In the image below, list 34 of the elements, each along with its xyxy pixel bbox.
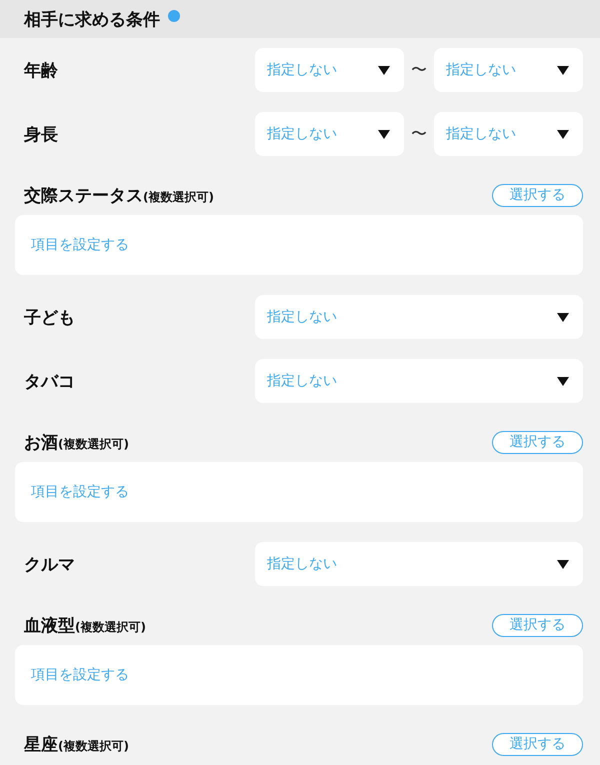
condition-label: 年齢 [22, 60, 58, 82]
caret-icon [378, 66, 390, 74]
condition-label: 交際ステータス(複数選択可) [23, 184, 214, 206]
dropdown[interactable]: 指定しない [255, 112, 404, 156]
condition-label: 血液型(複数選択可) [23, 614, 146, 636]
dropdown[interactable]: 指定しない [255, 542, 583, 586]
caret-icon [557, 130, 569, 138]
selection-field[interactable]: 項目を設定する [15, 215, 583, 275]
condition-label: クルマ [23, 554, 75, 576]
dropdown[interactable]: 指定しない [255, 295, 583, 339]
condition-label: タバコ [23, 370, 75, 392]
range-separator: 〜 [410, 124, 428, 144]
caret-icon [557, 560, 569, 568]
dropdown[interactable]: 指定しない [434, 48, 583, 92]
dropdown[interactable]: 指定しない [255, 359, 583, 403]
range-separator: 〜 [410, 60, 428, 80]
condition-label: 子ども [23, 306, 75, 328]
section-title: 相手に求める条件 [24, 8, 160, 30]
selection-field[interactable]: 項目を設定する [15, 645, 583, 705]
dropdown[interactable]: 指定しない [434, 112, 583, 156]
select-button[interactable]: 選択する [492, 732, 583, 756]
select-button[interactable]: 選択する [492, 614, 583, 636]
condition-label: 身長 [23, 124, 58, 146]
caret-icon [557, 312, 569, 322]
selection-field[interactable]: 項目を設定する [15, 462, 583, 522]
dot-icon [168, 10, 180, 22]
dropdown[interactable]: 指定しない [255, 48, 404, 92]
caret-icon [378, 130, 390, 138]
condition-label: お酒(複数選択可) [23, 432, 129, 454]
select-button[interactable]: 選択する [492, 184, 583, 206]
select-button[interactable]: 選択する [492, 430, 583, 454]
caret-icon [557, 66, 569, 74]
caret-icon [557, 376, 569, 386]
condition-label: 星座(複数選択可) [22, 734, 129, 756]
